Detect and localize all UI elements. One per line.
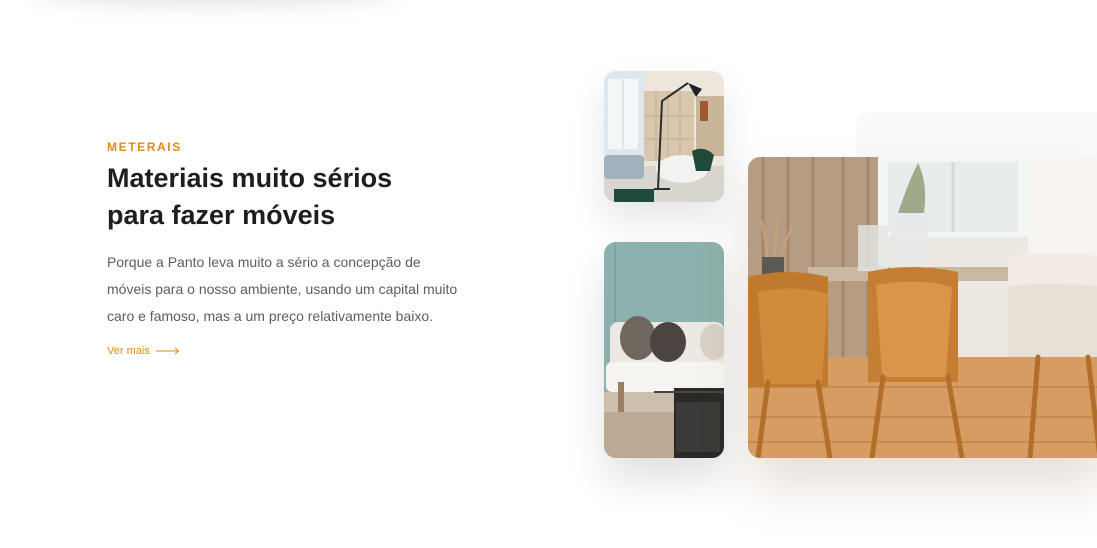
floor-lamp-living-room-photo <box>604 71 724 202</box>
see-more-label: Ver mais <box>107 345 150 357</box>
see-more-link[interactable]: Ver mais <box>107 345 180 357</box>
section-description: Porque a Panto leva muito a sério a conc… <box>107 254 458 324</box>
section-eyebrow: METERAIS <box>107 140 182 154</box>
materials-section: METERAIS Materiais muito sérios para faz… <box>0 0 1097 548</box>
materials-text-column: METERAIS Materiais muito sérios para faz… <box>107 140 477 359</box>
sofa-with-cushions-photo <box>604 242 724 458</box>
section-heading: Materiais muito sérios para fazer móveis <box>107 163 393 230</box>
dining-table-chairs-photo <box>748 157 1097 458</box>
arrow-right-icon <box>155 347 180 355</box>
